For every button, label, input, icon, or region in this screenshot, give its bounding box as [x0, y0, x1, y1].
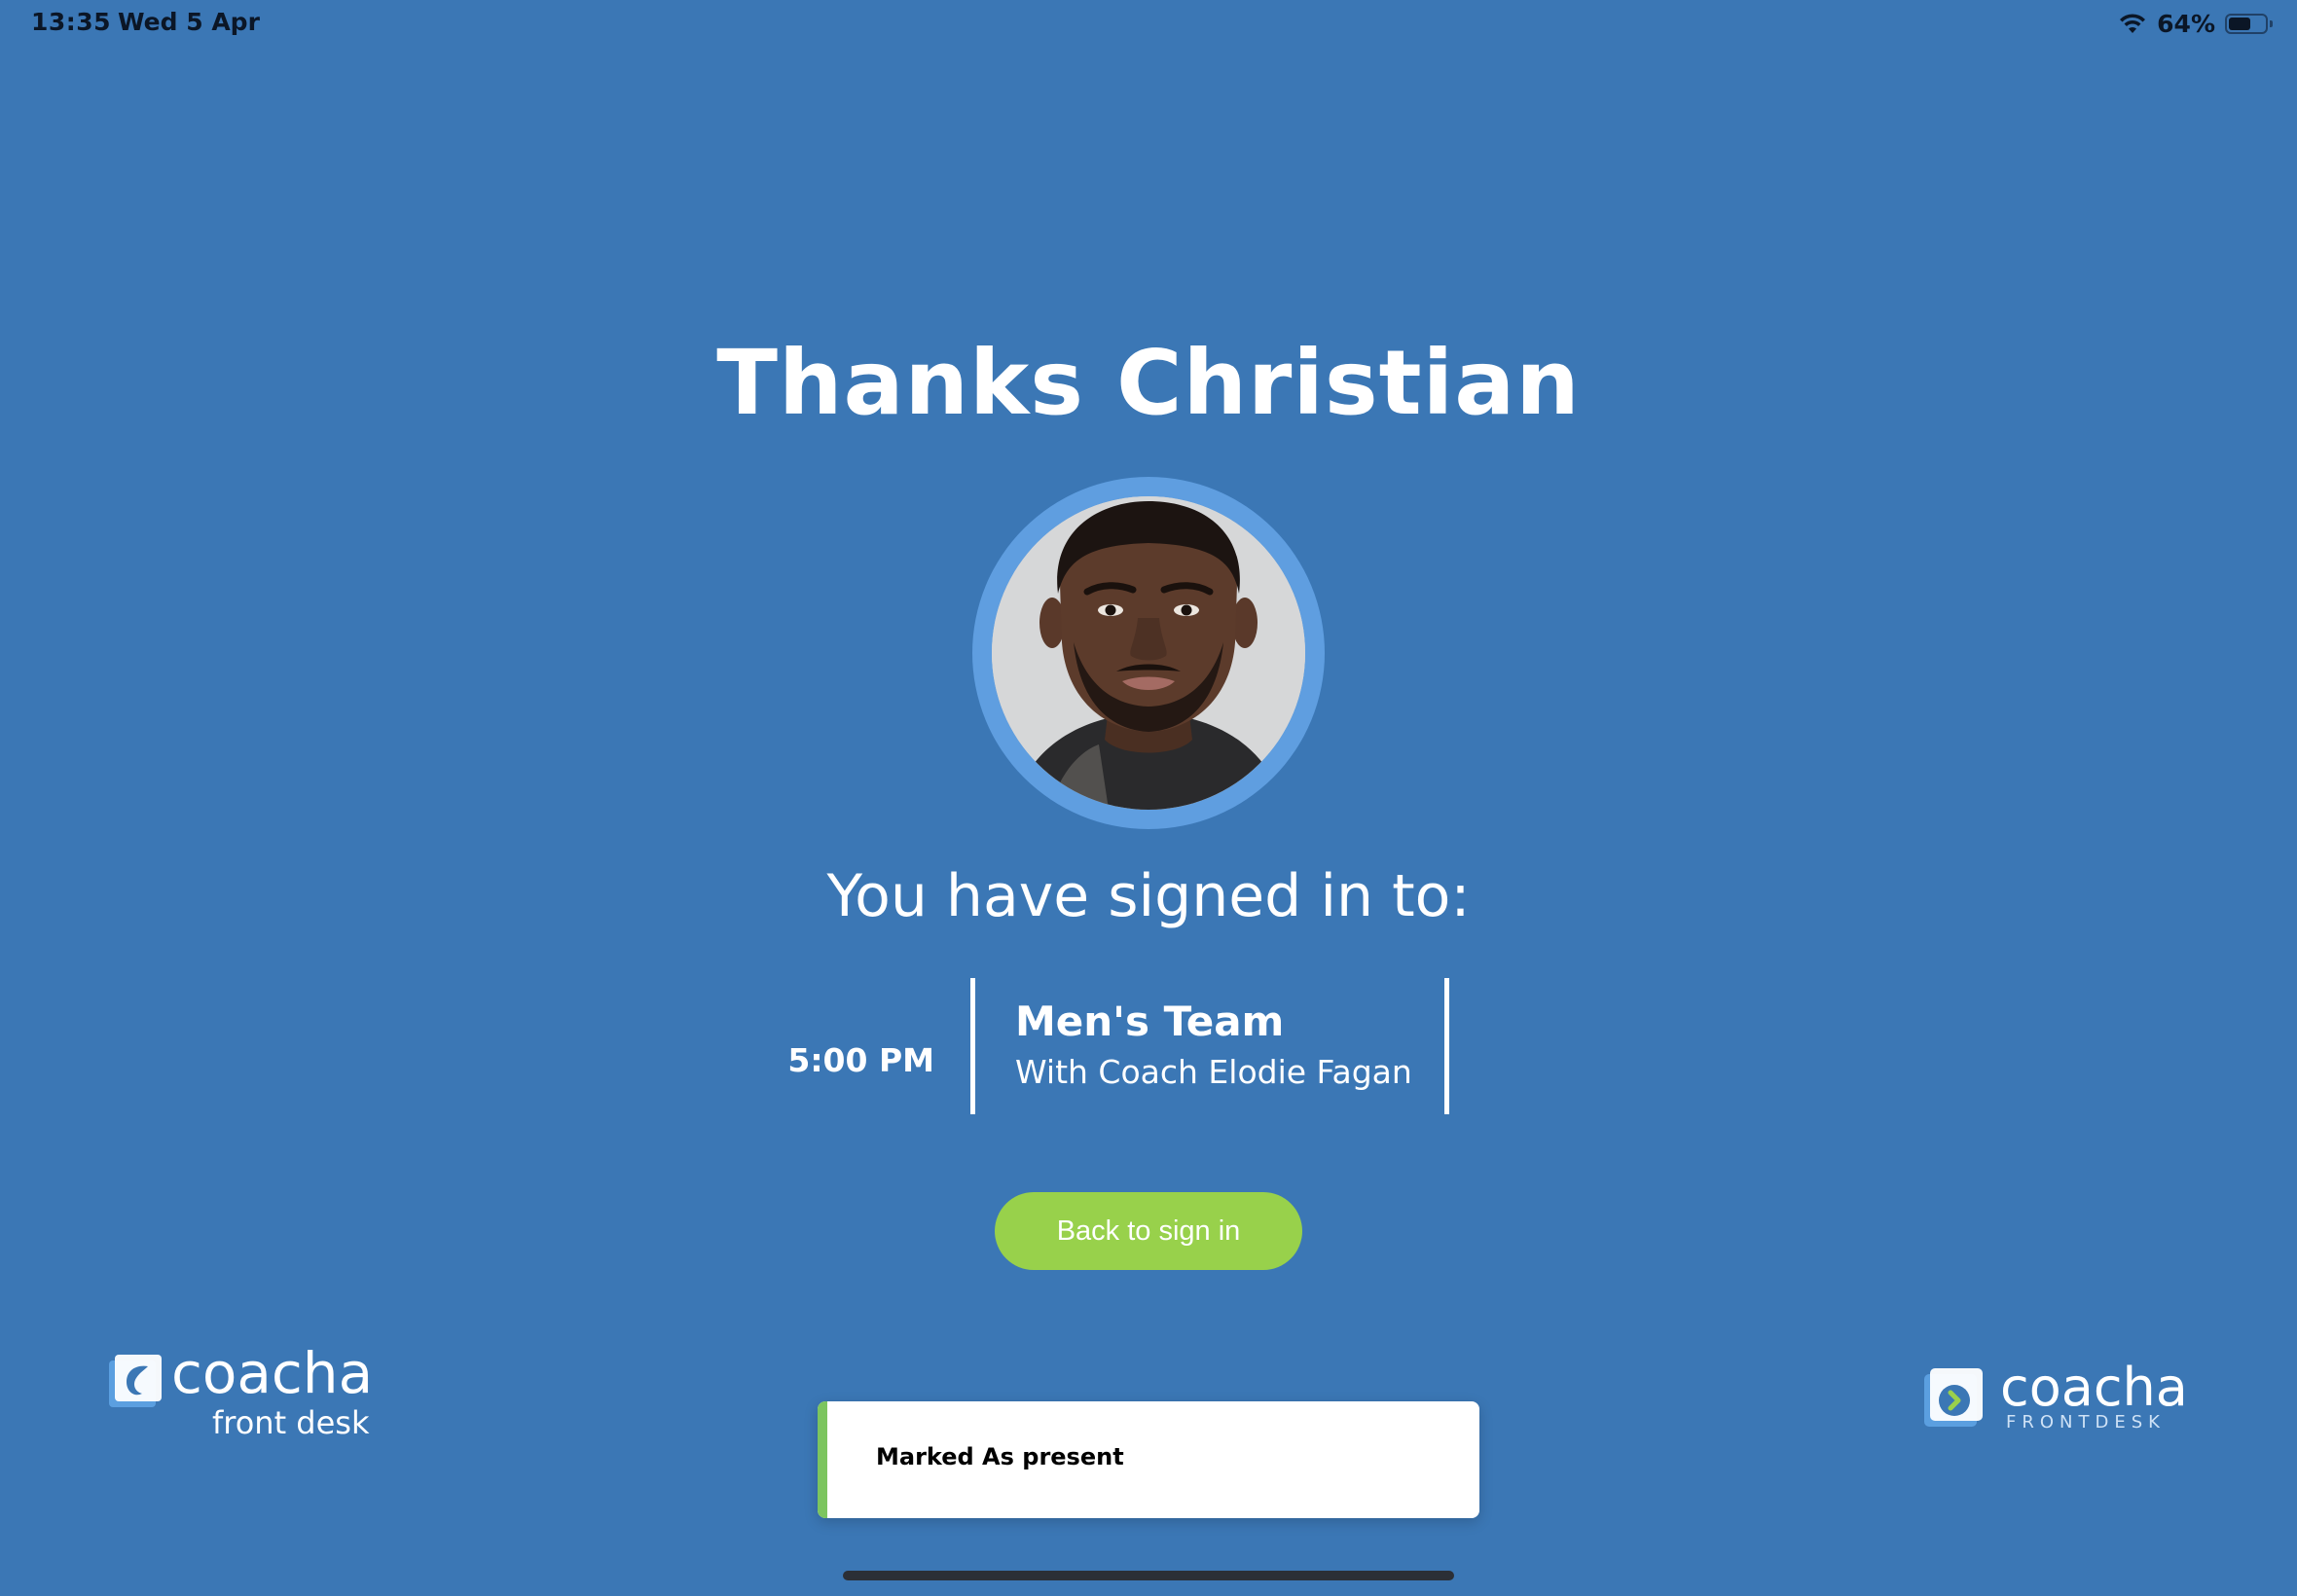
- battery-icon: [2225, 13, 2273, 34]
- sign-in-confirmation-screen: 13:35 Wed 5 Apr 64% Thanks Christian You…: [0, 0, 2297, 1596]
- toast-accent-bar: [818, 1401, 827, 1518]
- battery-percentage: 64%: [2157, 9, 2215, 38]
- avatar-ring: [972, 477, 1325, 829]
- status-time: 13:35: [31, 8, 112, 36]
- battery-tip: [2270, 19, 2273, 27]
- back-to-sign-in-button[interactable]: Back to sign in: [995, 1192, 1302, 1270]
- status-date: Wed 5 Apr: [118, 8, 260, 36]
- session-coach: With Coach Elodie Fagan: [1015, 1053, 1412, 1091]
- coacha-frontdesk-logo-right: coacha FRONTDESK: [1924, 1361, 2188, 1443]
- signed-in-subtitle: You have signed in to:: [826, 862, 1471, 930]
- toast-message: Marked As present: [876, 1443, 1124, 1470]
- coacha-logo-icon: [109, 1355, 162, 1407]
- home-indicator[interactable]: [843, 1571, 1454, 1580]
- coacha-front-desk-logo-left: coacha front desk: [109, 1345, 382, 1441]
- session-divider-right: [1444, 978, 1449, 1114]
- logo-left-word: coacha: [171, 1340, 374, 1406]
- status-toast: Marked As present: [818, 1401, 1479, 1518]
- logo-right-sub: FRONTDESK: [2006, 1412, 2166, 1433]
- status-indicators: 64%: [2118, 8, 2273, 39]
- wifi-icon: [2120, 14, 2146, 33]
- logo-right-word: coacha: [2000, 1357, 2188, 1418]
- page-title: Thanks Christian: [716, 331, 1581, 435]
- coacha-frontdesk-icon: [1924, 1368, 1983, 1427]
- session-name: Men's Team: [1015, 998, 1285, 1045]
- session-time: 5:00 PM: [787, 1041, 934, 1079]
- session-divider-left: [970, 978, 975, 1114]
- user-photo: [992, 496, 1305, 810]
- avatar: [992, 496, 1305, 810]
- logo-left-sub: front desk: [212, 1404, 370, 1441]
- battery-level: [2229, 17, 2250, 30]
